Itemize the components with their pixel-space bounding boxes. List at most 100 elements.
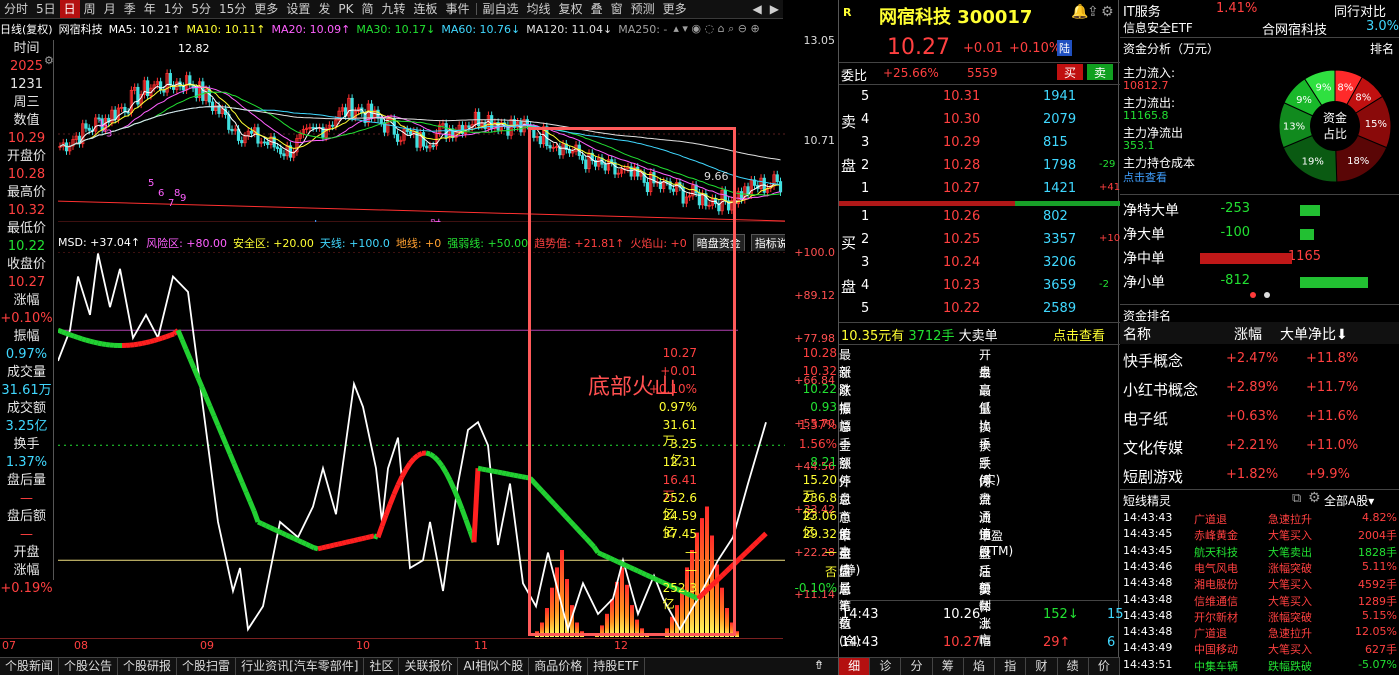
- bottom-tab-0[interactable]: 个股新闻: [0, 658, 60, 675]
- indicator-help-button[interactable]: 指标说明: [750, 234, 785, 251]
- alert-bell-icon[interactable]: 🔔: [1071, 4, 1088, 20]
- quote-tab-7[interactable]: 绩: [1058, 658, 1089, 675]
- asks-row[interactable]: 1 10.27 1421 +41: [839, 178, 1120, 201]
- fund-item-value[interactable]: 点击查看: [1123, 169, 1167, 185]
- toolbar-item-22[interactable]: 叠: [587, 0, 607, 18]
- chart-tools-icons[interactable]: ▴ ▾ ◉ ◌ ⌂ ⌕ ⊖ ⊕: [673, 22, 759, 36]
- toolbar-item-25[interactable]: 更多: [659, 0, 691, 18]
- asks-row[interactable]: 2 10.28 1798 -29: [839, 155, 1120, 178]
- rank-header-net[interactable]: 大单净比⬇: [1280, 324, 1348, 344]
- toolbar-item-12[interactable]: 发: [314, 0, 334, 18]
- toolbar-item-2[interactable]: 日: [59, 0, 80, 18]
- big-order-row[interactable]: 10.35元有 3712手 大卖单: [841, 325, 998, 344]
- bottom-tab-7[interactable]: AI相似个股: [458, 658, 530, 675]
- toolbar-item-13[interactable]: PK: [334, 0, 357, 18]
- elf-row[interactable]: 14:43:45 赤峰黄金 大笔买入 2004手: [1120, 527, 1399, 543]
- bids-row[interactable]: 5 10.22 2589: [839, 298, 1120, 321]
- bids-row[interactable]: 4 10.23 3659 -2: [839, 275, 1120, 298]
- toolbar-item-23[interactable]: 窗: [607, 0, 627, 18]
- quote-tab-8[interactable]: 价: [1089, 658, 1120, 675]
- elf-filter-select[interactable]: 全部A股▾: [1324, 492, 1374, 509]
- bottom-tab-9[interactable]: 持股ETF: [588, 658, 646, 675]
- kline-axis-tick: 13.05: [803, 34, 836, 47]
- fund-rank-button[interactable]: 排名: [1370, 40, 1394, 57]
- page-dot-2[interactable]: [1264, 292, 1270, 298]
- sell-button[interactable]: 卖: [1087, 64, 1113, 80]
- elf-row[interactable]: 14:43:48 湘电股份 大笔买入 4592手: [1120, 576, 1399, 592]
- bottom-tab-5[interactable]: 社区: [364, 658, 400, 675]
- toolbar-item-10[interactable]: 更多: [250, 0, 282, 18]
- nav-prev-icon[interactable]: ◀: [749, 0, 766, 18]
- rank-header-pct[interactable]: 涨幅: [1234, 324, 1262, 344]
- elf-row[interactable]: 14:43:45 航天科技 大笔卖出 1828手: [1120, 544, 1399, 560]
- left-gear-icon[interactable]: ⚙: [44, 52, 54, 70]
- elf-row[interactable]: 14:43:43 广道退 急速拉升 4.82%: [1120, 511, 1399, 527]
- toolbar-item-16[interactable]: 连板: [409, 0, 441, 18]
- info-label: 最低价: [6, 221, 46, 236]
- toolbar-item-3[interactable]: 周: [80, 0, 100, 18]
- bids-row[interactable]: 1 10.26 802: [839, 206, 1120, 229]
- bottom-tab-1[interactable]: 个股公告: [59, 658, 119, 675]
- quote-tab-5[interactable]: 指: [995, 658, 1027, 675]
- quote-tab-0[interactable]: 细: [839, 658, 871, 675]
- bottom-tab-4[interactable]: 行业资讯[汽车零部件]: [236, 658, 365, 675]
- rank-row[interactable]: 短剧游戏 +1.82% +9.9%: [1120, 464, 1399, 490]
- toolbar-item-5[interactable]: 季: [120, 0, 140, 18]
- nav-next-icon[interactable]: ▶: [766, 0, 783, 18]
- rank-header-name[interactable]: 名称: [1123, 324, 1151, 344]
- rank-row[interactable]: 电子纸 +0.63% +11.6%: [1120, 406, 1399, 432]
- elf-gear-icon[interactable]: ⚙: [1308, 490, 1321, 506]
- asks-row[interactable]: 5 10.31 1941: [839, 86, 1120, 109]
- elf-row[interactable]: 14:43:48 信维通信 大笔买入 1289手: [1120, 593, 1399, 609]
- bottom-tab-2[interactable]: 个股研报: [118, 658, 178, 675]
- toolbar-item-1[interactable]: 5日: [32, 0, 60, 18]
- etf-name[interactable]: 信息安全ETF: [1123, 19, 1193, 36]
- toolbar-item-8[interactable]: 5分: [187, 0, 215, 18]
- sector-name[interactable]: IT服务: [1123, 1, 1161, 20]
- gear-icon[interactable]: ⚙: [1101, 4, 1114, 20]
- elf-row[interactable]: 14:43:48 广道退 急速拉升 12.05%: [1120, 625, 1399, 641]
- rank-row[interactable]: 小红书概念 +2.89% +11.7%: [1120, 377, 1399, 403]
- bids-row[interactable]: 3 10.24 3206: [839, 252, 1120, 275]
- svg-text:9: 9: [180, 193, 186, 204]
- toolbar-item-7[interactable]: 1分: [160, 0, 188, 18]
- quote-tab-4[interactable]: 焰: [964, 658, 996, 675]
- quote-tab-3[interactable]: 筹: [933, 658, 964, 675]
- bottom-tab-8[interactable]: 商品价格: [529, 658, 589, 675]
- toolbar-item-20[interactable]: 均线: [523, 0, 555, 18]
- buy-button[interactable]: 买: [1057, 64, 1083, 80]
- elf-row[interactable]: 14:43:48 开尔新材 涨幅突破 5.15%: [1120, 609, 1399, 625]
- toolbar-item-21[interactable]: 复权: [555, 0, 587, 18]
- scroll-top-icon[interactable]: ⇮: [808, 658, 830, 674]
- quote-tab-2[interactable]: 分: [901, 658, 933, 675]
- quote-tab-1[interactable]: 诊: [870, 658, 902, 675]
- toolbar-item-15[interactable]: 九转: [377, 0, 409, 18]
- toolbar-item-0[interactable]: 分时: [0, 0, 32, 18]
- toolbar-item-11[interactable]: 设置: [282, 0, 314, 18]
- bottom-tab-6[interactable]: 关联报价: [399, 658, 459, 675]
- asks-row[interactable]: 3 10.29 815: [839, 132, 1120, 155]
- elf-row[interactable]: 14:43:49 中国移动 大笔买入 627手: [1120, 641, 1399, 657]
- rank-row[interactable]: 文化传媒 +2.21% +11.0%: [1120, 435, 1399, 461]
- bids-row[interactable]: 2 10.25 3357 +10: [839, 229, 1120, 252]
- stock-add-icon[interactable]: ⇪: [1087, 4, 1099, 20]
- quote-tab-6[interactable]: 财: [1026, 658, 1058, 675]
- toolbar-item-24[interactable]: 预测: [627, 0, 659, 18]
- toolbar-item-9[interactable]: 15分: [215, 0, 250, 18]
- svg-text:3: 3: [106, 128, 112, 139]
- chart-mode-label[interactable]: 日线(复权): [0, 21, 53, 37]
- expand-icon[interactable]: ⧉: [1292, 491, 1301, 506]
- toolbar-item-4[interactable]: 月: [100, 0, 120, 18]
- toolbar-item-6[interactable]: 年: [140, 0, 160, 18]
- toolbar-item-14[interactable]: 简: [357, 0, 377, 18]
- elf-row[interactable]: 14:43:51 中集车辆 跌幅跌破 -5.07%: [1120, 658, 1399, 674]
- rank-row[interactable]: 快手概念 +2.47% +11.8%: [1120, 348, 1399, 374]
- toolbar-item-19[interactable]: 副自选: [479, 0, 523, 18]
- toolbar-item-17[interactable]: 事件: [442, 0, 474, 18]
- elf-row[interactable]: 14:43:46 电气风电 涨幅突破 5.11%: [1120, 560, 1399, 576]
- page-dot-1[interactable]: [1250, 292, 1256, 298]
- peer-compare-button[interactable]: 同行对比: [1334, 1, 1386, 20]
- asks-row[interactable]: 4 10.30 2079: [839, 109, 1120, 132]
- bottom-tab-3[interactable]: 个股扫雷: [177, 658, 237, 675]
- big-order-link[interactable]: 点击查看: [1053, 325, 1105, 344]
